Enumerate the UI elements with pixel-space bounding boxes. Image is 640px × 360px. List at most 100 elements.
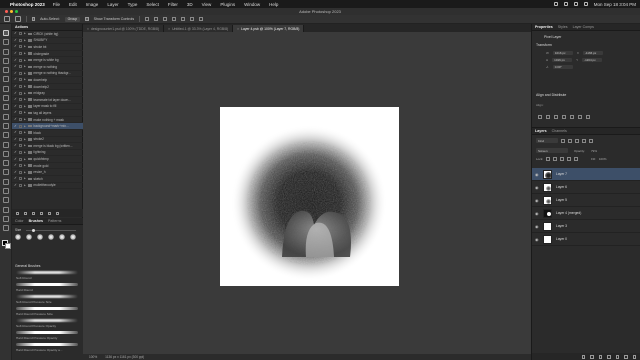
menu-window[interactable]: Window [244, 2, 260, 7]
layer-row[interactable]: ◉ Layer 0 [532, 233, 640, 246]
dialog-toggle[interactable] [19, 71, 22, 75]
expand-triangle-icon[interactable]: ▶ [24, 52, 26, 55]
dialog-toggle[interactable] [19, 104, 22, 108]
history-brush-tool-icon[interactable] [2, 122, 9, 129]
dialog-toggle[interactable] [19, 164, 22, 168]
expand-triangle-icon[interactable]: ▶ [24, 164, 26, 167]
action-row[interactable]: ✓ ▶ stroke txt [12, 44, 83, 51]
action-row[interactable]: ✓ ▶ layer mask to fill [12, 104, 83, 111]
expand-triangle-icon[interactable]: ▶ [24, 131, 26, 134]
visibility-eye-icon[interactable]: ◉ [535, 211, 540, 216]
clock[interactable]: Mon Sep 18 3:04 PM [594, 2, 636, 7]
visibility-eye-icon[interactable]: ◉ [535, 224, 540, 229]
action-row[interactable]: ✓ ▶ merge w nothing [12, 64, 83, 71]
delete-layer-icon[interactable] [632, 355, 636, 359]
dialog-toggle[interactable] [19, 137, 22, 141]
crop-tool-icon[interactable] [2, 67, 9, 74]
canvas-area[interactable] [83, 32, 531, 354]
action-enabled-check-icon[interactable]: ✓ [14, 32, 17, 36]
lock-all-icon[interactable] [574, 157, 579, 161]
dialog-toggle[interactable] [19, 170, 22, 174]
action-row[interactable]: ✓ ▶ midgray [12, 90, 83, 97]
frame-tool-icon[interactable] [2, 76, 9, 83]
tab-styles[interactable]: Styles [558, 25, 568, 29]
tab-actions[interactable]: Actions [15, 25, 28, 29]
blend-mode-dropdown[interactable]: Screen [536, 148, 568, 153]
x-field[interactable]: -1166 px [582, 51, 603, 55]
hand-tool-icon[interactable] [2, 206, 9, 213]
align-left-icon[interactable] [144, 17, 149, 21]
action-enabled-check-icon[interactable]: ✓ [14, 124, 17, 128]
action-enabled-check-icon[interactable]: ✓ [14, 51, 17, 55]
action-row[interactable]: ✓ ▶ downhelp [12, 77, 83, 84]
action-enabled-check-icon[interactable]: ✓ [14, 144, 17, 148]
brush-item[interactable]: Hard Round [16, 283, 78, 292]
menu-plugins[interactable]: Plugins [220, 2, 235, 7]
brush-item[interactable]: Hard Round Pressure Size [16, 307, 78, 316]
align-top-icon[interactable] [562, 115, 566, 119]
gradient-tool-icon[interactable] [2, 141, 9, 148]
move-tool-icon[interactable] [15, 16, 21, 22]
visibility-eye-icon[interactable]: ◉ [535, 185, 540, 190]
menu-image[interactable]: Image [86, 2, 99, 7]
control-center-icon[interactable] [583, 2, 588, 6]
opacity-value[interactable]: 79% [591, 149, 597, 153]
eraser-tool-icon[interactable] [2, 132, 9, 139]
angle-field[interactable]: 0.00° [552, 65, 573, 69]
expand-triangle-icon[interactable]: ▶ [24, 184, 26, 187]
brush-group-folder[interactable]: General Brushes [15, 264, 40, 268]
search-icon[interactable] [573, 2, 578, 6]
action-enabled-check-icon[interactable]: ✓ [14, 130, 17, 134]
menu-select[interactable]: Select [146, 2, 159, 7]
filter-type-icon[interactable] [575, 138, 579, 143]
y-field[interactable]: -1164 px [582, 58, 603, 62]
expand-triangle-icon[interactable]: ▶ [24, 45, 26, 48]
action-row[interactable]: ✓ ▶ black [12, 130, 83, 137]
new-action-icon[interactable] [48, 211, 51, 215]
expand-triangle-icon[interactable]: ▶ [24, 98, 26, 101]
width-field[interactable]: 1016 px [552, 51, 573, 55]
new-layer-icon[interactable] [624, 355, 628, 359]
visibility-eye-icon[interactable]: ◉ [535, 237, 540, 242]
tab-patterns[interactable]: Patterns [48, 219, 61, 223]
recent-brush[interactable] [70, 234, 76, 240]
dialog-toggle[interactable] [19, 131, 22, 135]
action-enabled-check-icon[interactable]: ✓ [14, 91, 17, 95]
expand-triangle-icon[interactable]: ▶ [24, 118, 26, 121]
minimize-window-button[interactable] [10, 10, 13, 13]
action-enabled-check-icon[interactable]: ✓ [14, 38, 17, 42]
expand-triangle-icon[interactable]: ▶ [24, 151, 26, 154]
menu-edit[interactable]: Edit [69, 2, 77, 7]
filter-pixel-icon[interactable] [561, 138, 565, 143]
layer-row[interactable]: ◉ Layer 7 [532, 168, 640, 181]
action-row[interactable]: ✓ ▶ background+mark+mix... [12, 123, 83, 130]
quick-select-tool-icon[interactable] [2, 57, 9, 64]
action-row[interactable]: ✓ ▶ mulletthecodyle [12, 183, 83, 189]
brush-item[interactable]: Soft Round Pressure Size [16, 295, 78, 304]
expand-triangle-icon[interactable]: ▶ [24, 78, 26, 81]
healing-brush-tool-icon[interactable] [2, 95, 9, 102]
tab-properties[interactable]: Properties [535, 25, 553, 29]
align-center-icon[interactable] [153, 17, 158, 21]
close-icon[interactable]: × [87, 27, 89, 31]
wifi-icon[interactable] [553, 2, 558, 6]
eyedropper-tool-icon[interactable] [2, 85, 9, 92]
action-enabled-check-icon[interactable]: ✓ [14, 117, 17, 121]
more-options-icon[interactable] [586, 115, 590, 119]
align-left-icon[interactable] [538, 115, 542, 119]
align-top-icon[interactable] [171, 17, 176, 21]
lock-image-icon[interactable] [553, 157, 558, 161]
action-row[interactable]: ✓ ▶ CIRCK (white bg) [12, 31, 83, 38]
action-row[interactable]: ✓ ▶ mode gold [12, 163, 83, 170]
zoom-tool-icon[interactable] [2, 215, 9, 222]
action-enabled-check-icon[interactable]: ✓ [14, 150, 17, 154]
fill-value[interactable]: 100% [599, 157, 607, 161]
action-row[interactable]: ✓ ▶ teammate txt layer down... [12, 97, 83, 104]
layer-row[interactable]: ◉ Layer 6 [532, 181, 640, 194]
menu-layer[interactable]: Layer [107, 2, 118, 7]
align-middle-icon[interactable] [180, 17, 185, 21]
close-icon[interactable]: × [237, 27, 239, 31]
action-enabled-check-icon[interactable]: ✓ [14, 71, 17, 75]
play-icon[interactable] [32, 211, 35, 215]
action-row[interactable]: ✓ ▶ circlegrade [12, 51, 83, 58]
